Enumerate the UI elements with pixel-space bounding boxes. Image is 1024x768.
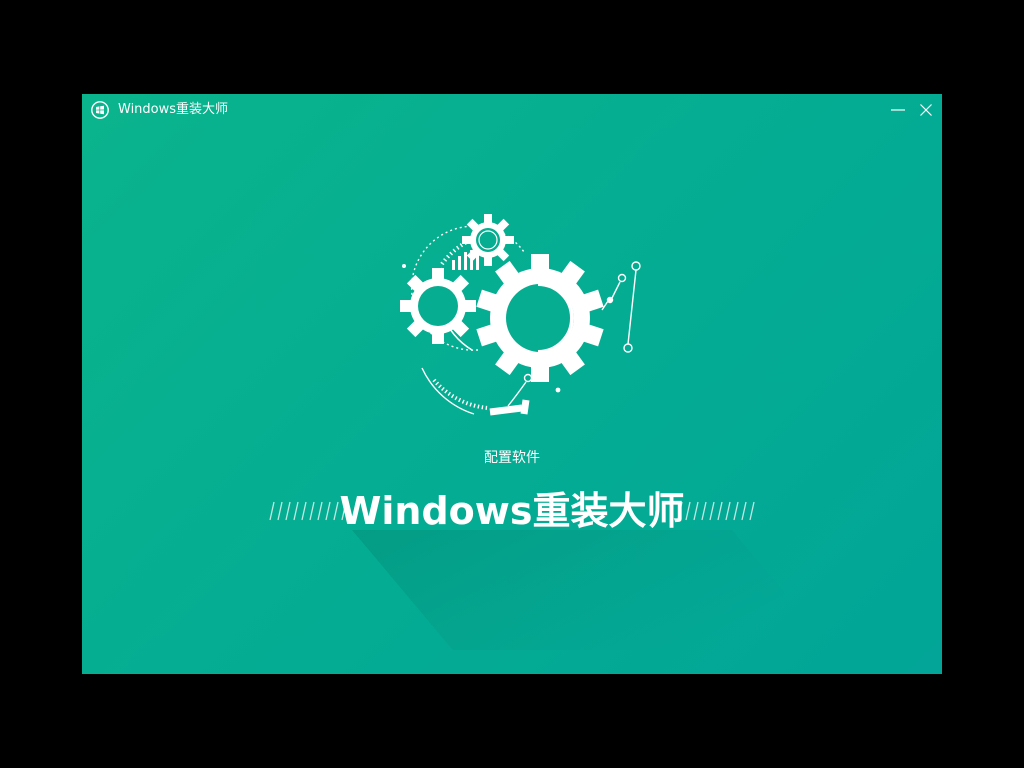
- windows-logo-icon: [91, 101, 109, 119]
- gears-icon: [400, 214, 641, 416]
- brand-shadow: [352, 530, 833, 650]
- app-window: Windows重装大师 配置软件 Windows重装大师: [82, 94, 942, 674]
- window-title: Windows重装大师: [118, 102, 229, 117]
- slash-decoration-right: [677, 501, 755, 521]
- brand-banner: Windows重装大师: [82, 484, 942, 538]
- title-bar[interactable]: Windows重装大师: [82, 94, 942, 126]
- brand-title: Windows重装大师: [339, 489, 685, 533]
- status-text: 配置软件: [484, 450, 540, 466]
- minimize-icon[interactable]: [887, 100, 909, 120]
- close-icon[interactable]: [915, 100, 937, 120]
